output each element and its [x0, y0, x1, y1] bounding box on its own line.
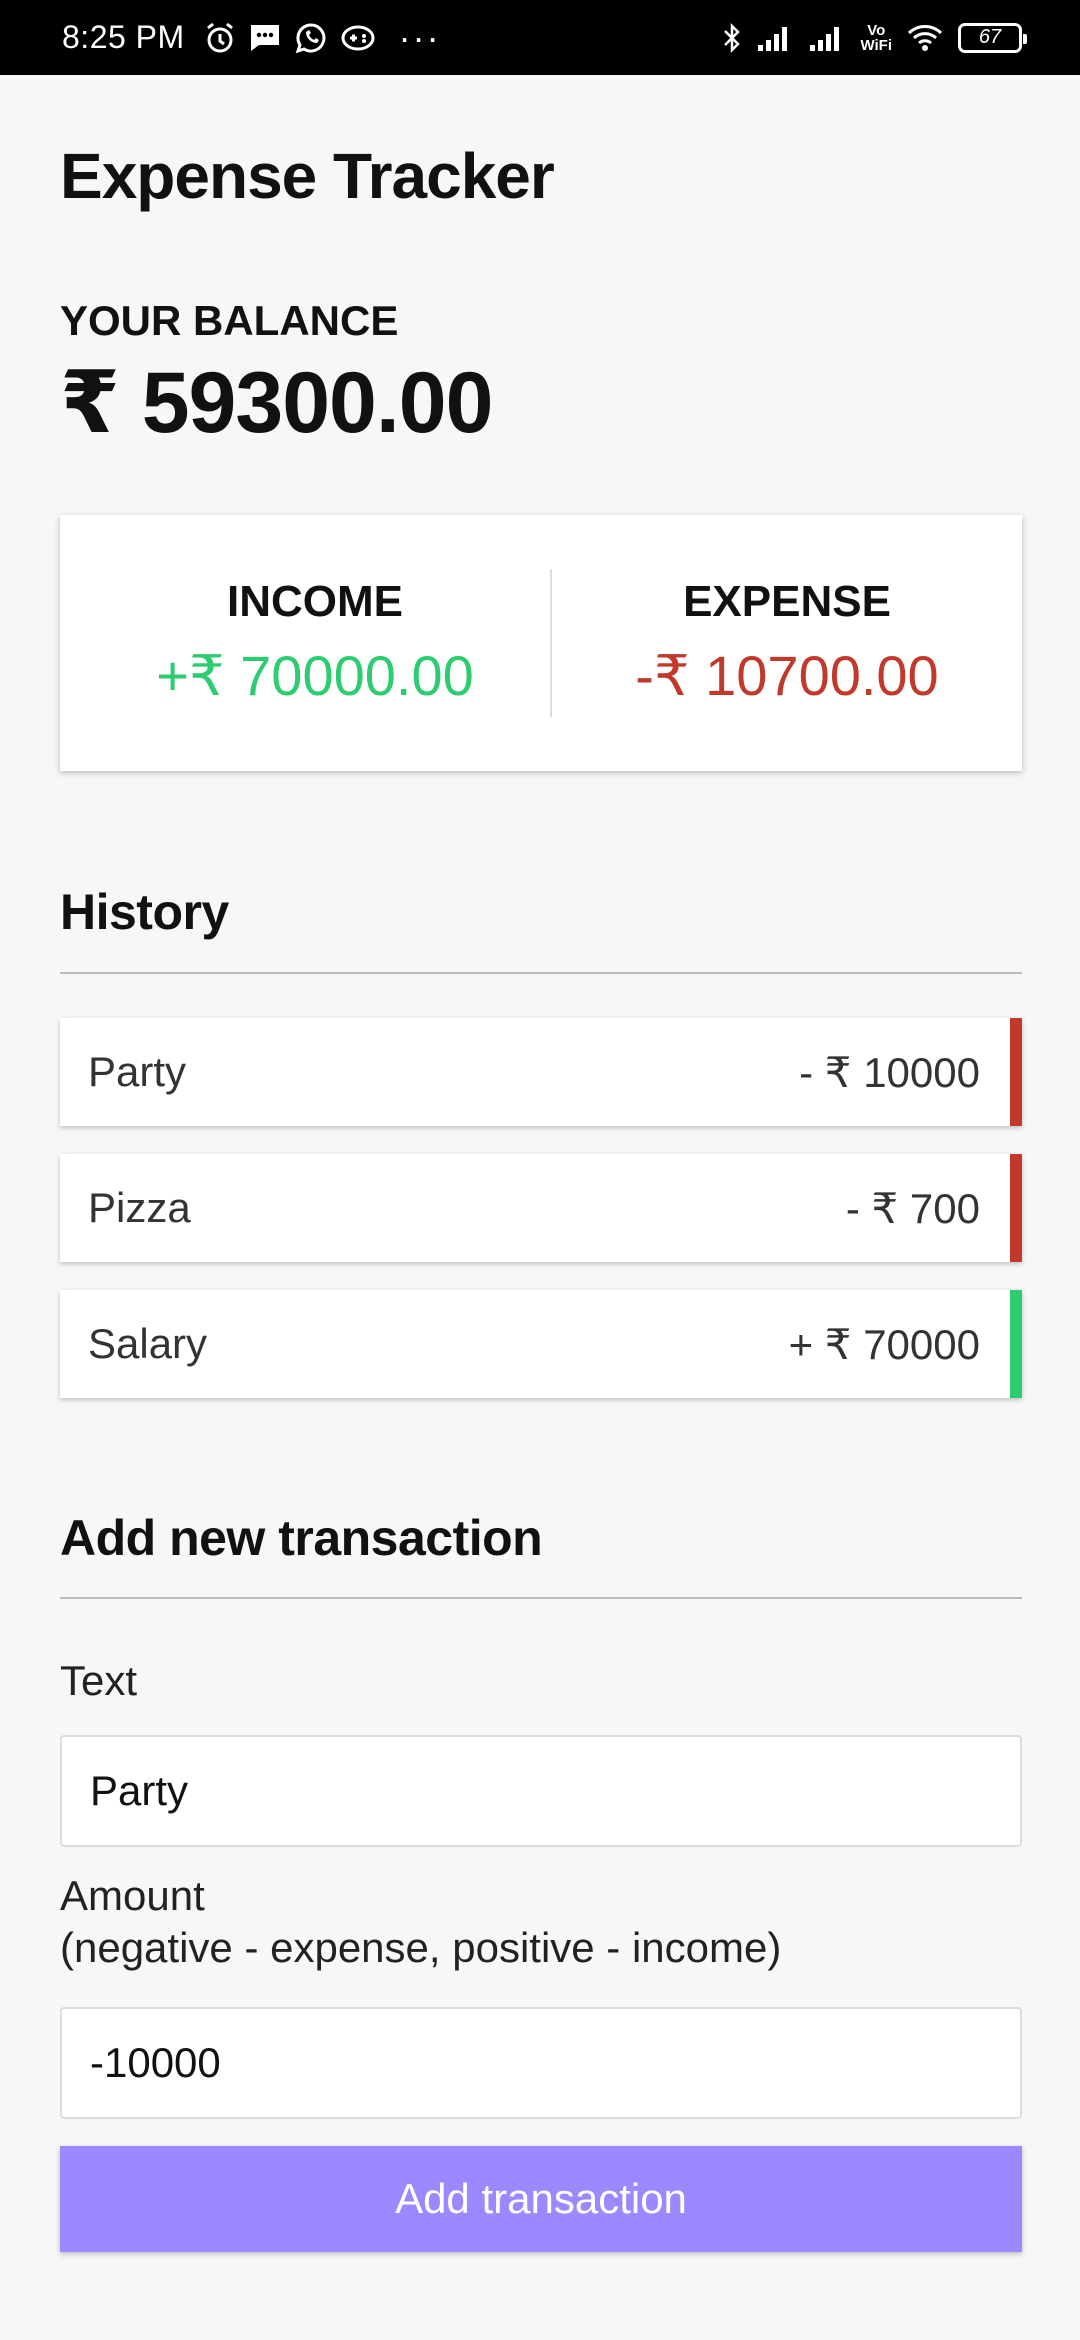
history-title: History: [60, 884, 229, 940]
history-item-text: Pizza: [88, 1184, 191, 1231]
history-item[interactable]: Party - ₹ 10000: [60, 1018, 1022, 1126]
history-item-amount: - ₹ 10000: [799, 1048, 980, 1096]
alarm-icon: [205, 18, 235, 58]
history-list: Party - ₹ 10000 Pizza - ₹ 700 Salary + ₹…: [60, 1018, 1022, 1426]
battery-icon: 67: [958, 22, 1027, 53]
add-transaction-button[interactable]: Add transaction: [60, 2146, 1022, 2252]
status-time: 8:25 PM: [62, 19, 185, 55]
history-item-amount: - ₹ 700: [845, 1184, 980, 1232]
whatsapp-icon: [295, 18, 327, 58]
more-dots-icon: ···: [398, 16, 441, 58]
history-item-text: Party: [88, 1048, 187, 1095]
income-label: INCOME: [227, 577, 403, 626]
game-icon: [341, 18, 375, 58]
balance-label: YOUR BALANCE: [60, 297, 399, 344]
expense-label: EXPENSE: [683, 577, 891, 626]
expense-section: EXPENSE -₹ 10700.00: [552, 515, 1022, 771]
message-icon: [249, 18, 281, 58]
amount-input[interactable]: [60, 2007, 1022, 2119]
history-divider: [60, 972, 1022, 974]
bluetooth-icon: [722, 18, 742, 58]
history-item-text: Salary: [88, 1320, 208, 1367]
amount-field-label: Amount: [60, 1872, 205, 1919]
expense-value: -₹ 10700.00: [635, 644, 939, 707]
income-expense-card: INCOME +₹ 70000.00 EXPENSE -₹ 10700.00: [60, 515, 1022, 771]
income-indicator: [1010, 1290, 1022, 1398]
status-bar: 8:25 PM ··· Vo WiFi 67: [0, 0, 1080, 75]
history-item-amount: + ₹ 70000: [788, 1320, 980, 1368]
page-title: Expense Tracker: [60, 140, 555, 212]
expense-indicator: [1010, 1154, 1022, 1262]
signal-icon: [756, 18, 794, 58]
history-item[interactable]: Pizza - ₹ 700: [60, 1154, 1022, 1262]
text-field-label: Text: [60, 1657, 138, 1704]
income-section: INCOME +₹ 70000.00: [60, 515, 550, 771]
income-value: +₹ 70000.00: [156, 644, 474, 707]
amount-field-hint: (negative - expense, positive - income): [60, 1924, 782, 1971]
add-transaction-divider: [60, 1597, 1022, 1599]
wifi-icon: [906, 18, 944, 58]
add-transaction-title: Add new transaction: [60, 1510, 543, 1566]
expense-indicator: [1010, 1018, 1022, 1126]
balance-value: ₹ 59300.00: [60, 355, 493, 451]
vowifi-icon: Vo WiFi: [860, 21, 892, 54]
history-item[interactable]: Salary + ₹ 70000: [60, 1290, 1022, 1398]
signal-icon: [808, 18, 846, 58]
text-input[interactable]: [60, 1735, 1022, 1847]
